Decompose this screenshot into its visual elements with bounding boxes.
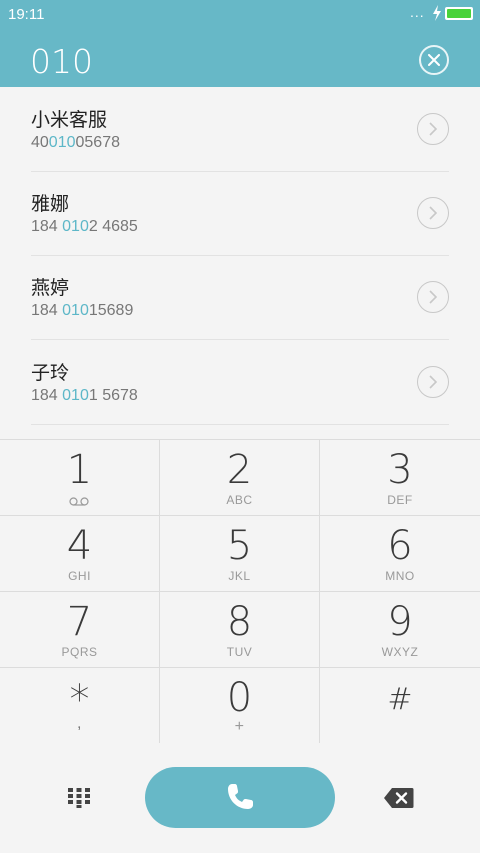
chevron-right-icon <box>429 122 438 136</box>
key-star[interactable]: * , <box>0 668 160 744</box>
key-8[interactable]: 8 TUV <box>160 592 320 668</box>
key-7[interactable]: 7 PQRS <box>0 592 160 668</box>
key-letters: JKL <box>228 569 251 583</box>
key-5[interactable]: 5 JKL <box>160 516 320 592</box>
key-3[interactable]: 3 DEF <box>320 440 480 516</box>
list-item[interactable]: 子玲 184 0101 5678 <box>0 340 480 425</box>
contact-details-button[interactable] <box>417 113 449 145</box>
key-2[interactable]: 2 ABC <box>160 440 320 516</box>
key-digit: * <box>69 677 90 723</box>
key-letters: MNO <box>385 569 415 583</box>
contact-details-button[interactable] <box>417 197 449 229</box>
contact-name: 雅娜 <box>31 193 70 215</box>
contact-name: 小米客服 <box>31 109 108 131</box>
signal-dots-icon: ... <box>410 4 425 20</box>
chevron-right-icon <box>429 375 438 389</box>
status-time: 19:11 <box>8 6 45 23</box>
list-item[interactable]: 燕婷 184 01015689 <box>0 255 480 340</box>
backspace-icon[interactable] <box>383 787 414 809</box>
contact-name: 子玲 <box>31 362 70 384</box>
status-bar: 19:11 ... <box>0 0 480 28</box>
chevron-right-icon <box>429 290 438 304</box>
key-digit: 0 <box>226 675 253 721</box>
contact-number: 184 0102 4685 <box>31 218 138 235</box>
voicemail-icon <box>69 497 89 506</box>
key-digit: # <box>387 682 413 717</box>
key-letters: WXYZ <box>381 645 419 659</box>
key-letters: TUV <box>226 645 253 659</box>
key-hash[interactable]: # <box>320 668 480 744</box>
list-item[interactable]: 雅娜 184 0102 4685 <box>0 171 480 256</box>
key-4[interactable]: 4 GHI <box>0 516 160 592</box>
clear-button[interactable] <box>419 45 449 75</box>
key-digit: 8 <box>226 599 253 645</box>
key-digit: 9 <box>387 599 413 645</box>
dialer-header: 19:11 ... 010 <box>0 0 480 87</box>
contact-details-button[interactable] <box>417 366 449 398</box>
contact-details-button[interactable] <box>417 281 449 313</box>
contact-number: 184 01015689 <box>31 302 134 319</box>
list-item[interactable]: 小米客服 4001005678 <box>0 87 480 172</box>
key-9[interactable]: 9 WXYZ <box>320 592 480 668</box>
chevron-right-icon <box>429 206 438 220</box>
call-button[interactable] <box>145 767 335 828</box>
key-digit: 5 <box>226 523 253 569</box>
dialed-number: 010 <box>30 42 93 81</box>
key-letters: ABC <box>226 493 253 507</box>
close-icon <box>428 54 440 66</box>
key-digit: 2 <box>226 447 253 493</box>
key-letters: + <box>234 718 245 735</box>
key-letters: , <box>77 715 82 732</box>
contact-number: 184 0101 5678 <box>31 387 138 404</box>
key-digit: 4 <box>66 523 93 569</box>
dialpad-icon[interactable] <box>67 787 91 809</box>
dialpad: 1 2 ABC 3 DEF 4 GHI 5 JKL 6 MNO 7 PQRS 8… <box>0 439 480 744</box>
key-digit: 6 <box>387 523 413 569</box>
contact-number: 4001005678 <box>31 134 120 151</box>
charging-icon <box>433 5 441 21</box>
contact-name: 燕婷 <box>31 277 70 299</box>
dialer-actions <box>0 743 480 853</box>
key-digit: 3 <box>387 447 413 493</box>
key-1[interactable]: 1 <box>0 440 160 516</box>
key-digit: 7 <box>66 599 93 645</box>
battery-icon <box>445 7 473 20</box>
key-0[interactable]: 0 + <box>160 668 320 744</box>
phone-icon <box>228 784 253 809</box>
divider <box>31 424 449 425</box>
key-letters: DEF <box>387 493 413 507</box>
key-digit: 1 <box>66 447 93 493</box>
key-letters: GHI <box>68 569 91 583</box>
key-letters: PQRS <box>61 645 98 659</box>
key-6[interactable]: 6 MNO <box>320 516 480 592</box>
